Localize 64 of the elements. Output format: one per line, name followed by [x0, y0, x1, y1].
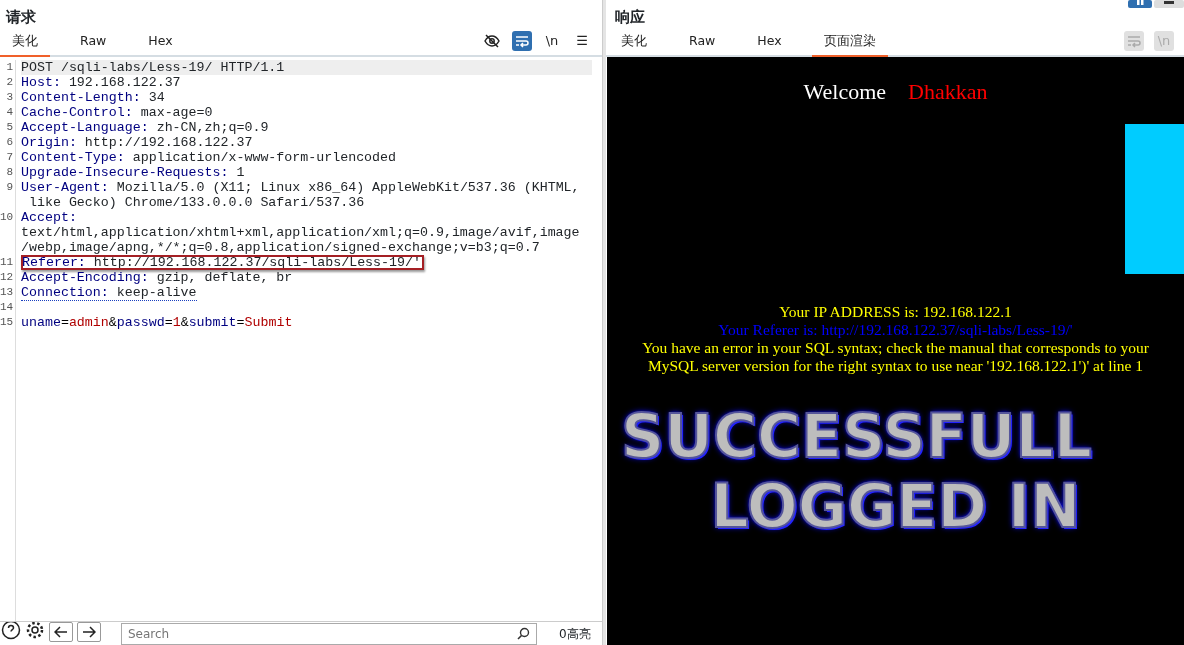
match-count: 0高亮: [559, 626, 591, 643]
line-number: 5: [5, 120, 14, 135]
line-number: 1: [5, 60, 14, 75]
header-line: Connection: keep-alive: [21, 285, 197, 301]
newline-button[interactable]: \n: [542, 31, 562, 51]
body-line: uname=admin&passwd=1&submit=Submit: [21, 315, 293, 330]
tab[interactable]: Raw: [677, 29, 728, 57]
back-button[interactable]: [49, 622, 73, 642]
tab[interactable]: Hex: [745, 29, 794, 57]
wrap-icon: [1127, 34, 1141, 48]
header-line: Origin: http://192.168.122.37: [21, 135, 253, 150]
line-number: 15: [0, 315, 15, 330]
header-line: like Gecko) Chrome/133.0.0.0 Safari/537.36: [27, 195, 365, 210]
banner-text: SUCCESSFULL: [620, 401, 1093, 471]
header-line: Content-Length: 34: [21, 90, 165, 105]
message-text: Your IP ADDRESS is: 192.168.122.1: [778, 303, 1013, 321]
code-line: POST /sqli-labs/Less-19/ HTTP/1.1: [21, 60, 285, 75]
header-line: Content-Type: application/x-www-form-urlencoded: [21, 150, 397, 165]
header-line: Host: 192.168.122.37: [21, 75, 181, 90]
help-icon[interactable]: [1, 622, 21, 640]
line-number: 13: [0, 285, 15, 300]
welcome-text: Welcome: [803, 78, 887, 106]
header-line: Accept-Encoding: gzip, deflate, br: [21, 270, 293, 285]
wrap-button[interactable]: [512, 31, 532, 51]
line-number: 14: [0, 300, 15, 315]
hide-icon: [484, 33, 500, 49]
tab[interactable]: 美化: [0, 29, 50, 57]
search-icon: [517, 627, 530, 640]
header-line: User-Agent: Mozilla/5.0 (X11; Linux x86_64) AppleWebKit/537.36 (KHTML,: [21, 180, 580, 195]
header-line: Referer: http://192.168.122.37/sqli-labs/Less-19/': [21, 255, 424, 270]
forward-button[interactable]: [77, 622, 101, 642]
pane-title: 请求: [6, 8, 36, 26]
header-line: /webp,image/apng,*/*;q=0.8,application/signed-exchange;v=b3;q=0.7: [21, 240, 540, 255]
split-view-icon[interactable]: [1128, 0, 1152, 8]
tab[interactable]: Hex: [136, 29, 185, 57]
header-line: Accept:: [21, 210, 77, 225]
single-view-icon[interactable]: [1154, 0, 1184, 8]
line-number: 11: [0, 255, 15, 270]
banner-text: LOGGED IN: [709, 471, 1082, 541]
line-number: 4: [5, 105, 14, 120]
search-field[interactable]: Search: [121, 623, 537, 645]
line-number: 2: [5, 75, 14, 90]
line-number: 10: [0, 210, 15, 225]
header-line: Upgrade-Insecure-Requests: 1: [21, 165, 245, 180]
user-name: Dhakkan: [908, 78, 988, 106]
line-number: 9: [5, 180, 14, 195]
message-text: Your Referer is: http://192.168.122.37/sqli-labs/Less-19/': [717, 321, 1074, 339]
pane-title: 响应: [615, 8, 645, 26]
arrow-left-icon: [54, 626, 68, 638]
line-number: 12: [0, 270, 15, 285]
tab[interactable]: 美化: [609, 29, 659, 57]
tab[interactable]: Raw: [68, 29, 119, 57]
wrap-icon: [515, 34, 529, 48]
message-text: You have an error in your SQL syntax; check the manual that corresponds to your MySQL server version for the right syntax to use near '192.168.122.1')' at line 1: [641, 339, 1150, 375]
line-number: 3: [5, 90, 14, 105]
menu-button[interactable]: ☰: [572, 31, 592, 51]
line-number: 7: [5, 150, 14, 165]
settings-icon[interactable]: [25, 622, 45, 640]
header-line: Accept-Language: zh-CN,zh;q=0.9: [21, 120, 269, 135]
line-number: 6: [5, 135, 14, 150]
header-line: Cache-Control: max-age=0: [21, 105, 213, 120]
arrow-right-icon: [82, 626, 96, 638]
header-line: text/html,application/xhtml+xml,application/xml;q=0.9,image/avif,image: [21, 225, 580, 240]
line-number: 8: [5, 165, 14, 180]
